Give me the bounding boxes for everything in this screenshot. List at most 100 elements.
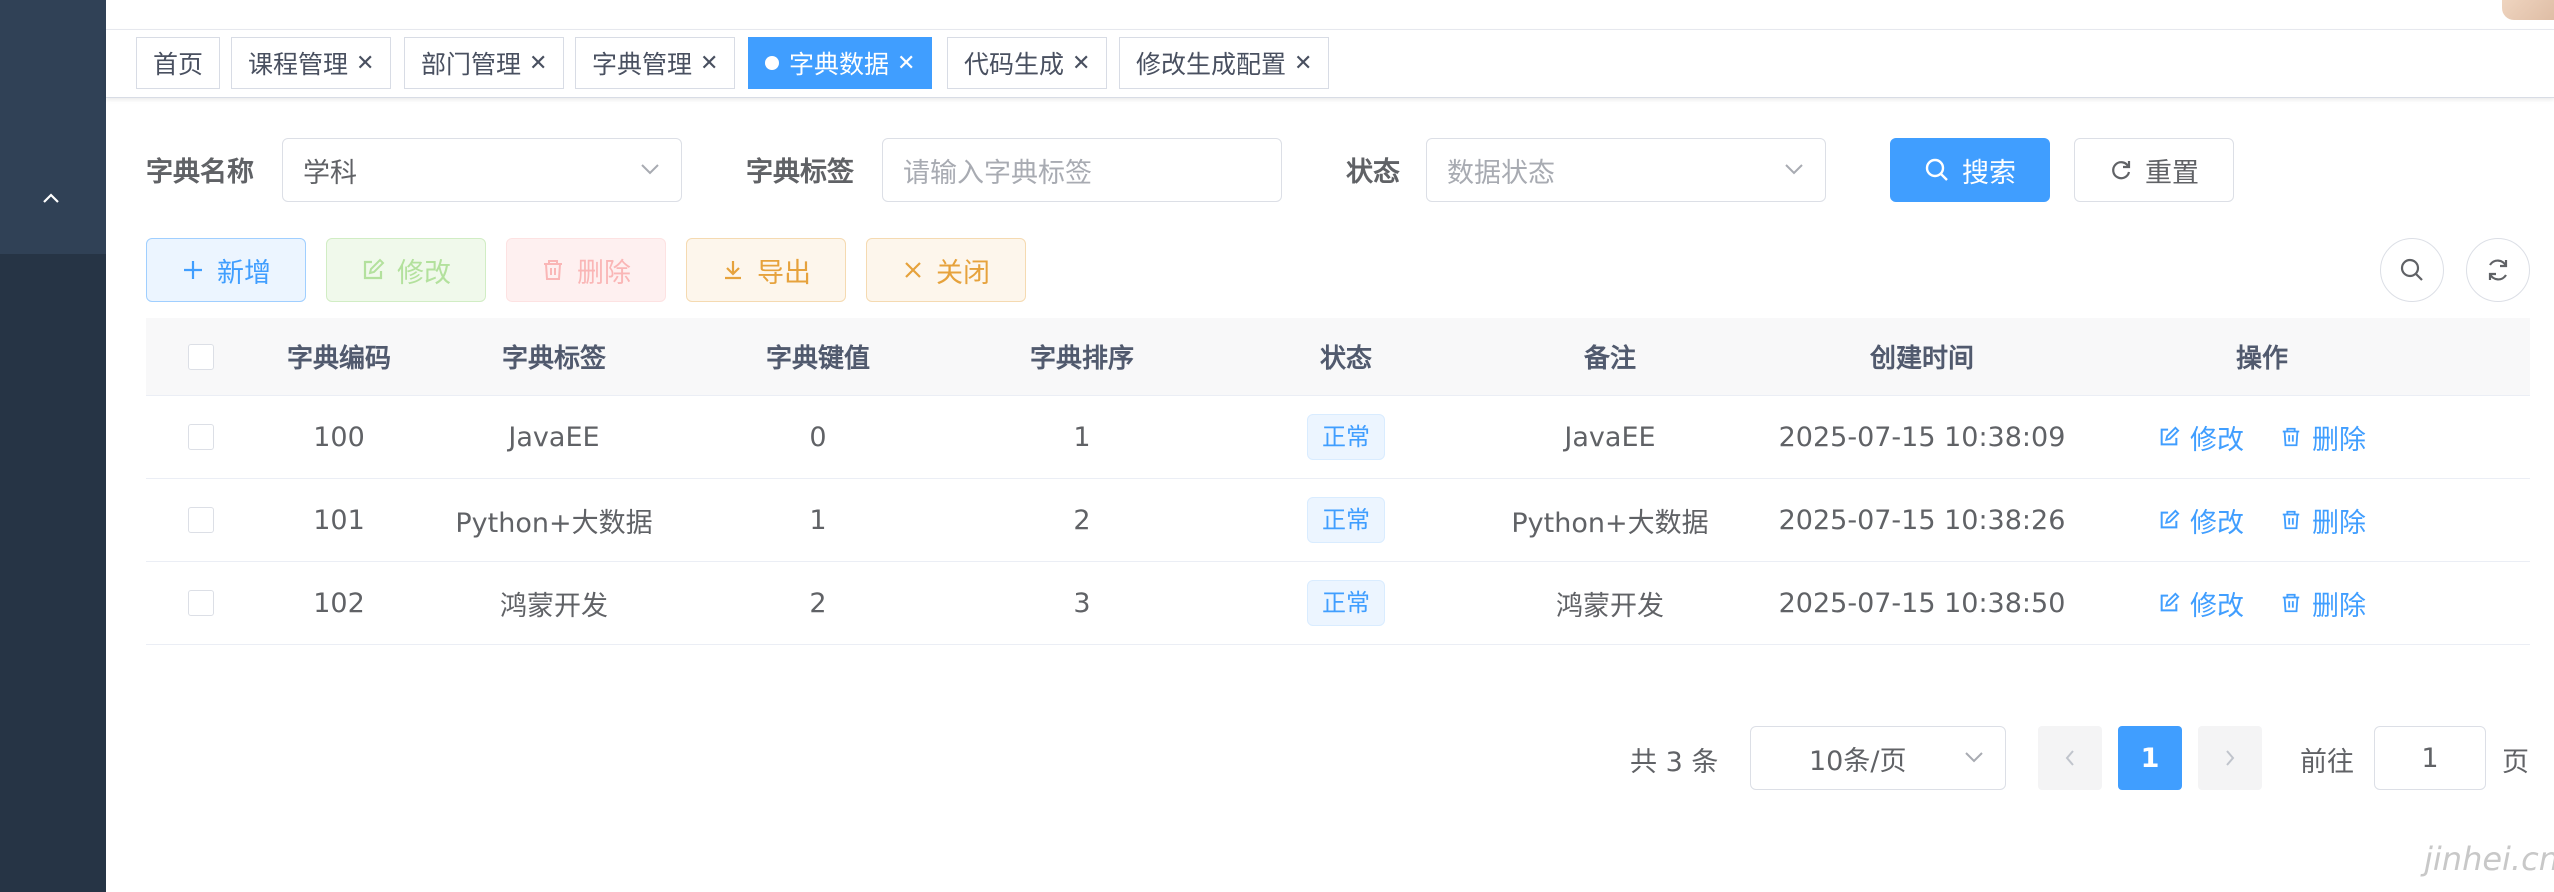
tab-code-generation[interactable]: 代码生成 ✕ (947, 37, 1108, 89)
close-icon[interactable]: ✕ (700, 51, 718, 76)
row-delete-button[interactable]: 删除 (2280, 418, 2366, 457)
chevron-down-icon (1785, 164, 1803, 175)
export-button-label: 导出 (757, 257, 811, 289)
trash-icon (2282, 427, 2300, 447)
row-delete-button[interactable]: 删除 (2280, 501, 2366, 540)
row-checkbox[interactable] (188, 424, 214, 450)
active-dot-icon (765, 56, 779, 70)
chevron-down-icon (641, 164, 659, 175)
row-checkbox[interactable] (188, 590, 214, 616)
edit-icon (2160, 509, 2180, 529)
close-icon[interactable]: ✕ (1294, 51, 1312, 76)
reset-button[interactable]: 重置 (2074, 138, 2234, 202)
edit-button-label: 修改 (397, 257, 451, 289)
row-edit-label: 修改 (2190, 424, 2244, 456)
row-select-cell (146, 479, 256, 561)
download-icon (725, 261, 741, 280)
close-icon[interactable]: ✕ (1072, 51, 1090, 76)
status-label: 状态 (1346, 157, 1400, 188)
dict-code: 101 (313, 504, 365, 536)
export-button[interactable]: 导出 (686, 238, 846, 302)
select-all-checkbox[interactable] (188, 343, 214, 370)
tab-dict-management[interactable]: 字典管理 ✕ (575, 37, 736, 89)
refresh-button[interactable] (2466, 238, 2530, 302)
search-button[interactable]: 搜索 (1890, 138, 2050, 202)
row-edit-button[interactable]: 修改 (2158, 584, 2244, 623)
row-edit-button[interactable]: 修改 (2158, 418, 2244, 457)
chevron-down-icon (1965, 752, 1983, 763)
page-size-value: 10条/页 (1809, 745, 1907, 777)
table-row: 100 JavaEE 0 1 正常 JavaEE 2025-07-15 10:3… (146, 396, 2530, 479)
row-edit-label: 修改 (2190, 590, 2244, 622)
trash-icon (544, 260, 562, 280)
plus-icon (184, 261, 202, 279)
next-page-button[interactable] (2198, 726, 2262, 790)
chevron-up-icon[interactable] (38, 186, 64, 212)
remark: Python+大数据 (1511, 507, 1709, 539)
edit-icon (2160, 426, 2180, 446)
tab-label: 课程管理 (248, 50, 349, 79)
row-delete-button[interactable]: 删除 (2280, 584, 2366, 623)
trash-icon (2282, 593, 2300, 613)
dict-value: 0 (809, 421, 827, 453)
delete-button-label: 删除 (577, 257, 631, 289)
row-edit-button[interactable]: 修改 (2158, 501, 2244, 540)
column-header: 操作 (2235, 344, 2288, 374)
dict-name-select[interactable]: 学科 (282, 138, 682, 202)
column-header: 状态 (1319, 344, 1372, 374)
status-cell: 正常 (1214, 396, 1478, 478)
column-header: 备注 (1583, 344, 1636, 374)
row-checkbox[interactable] (188, 507, 214, 533)
edit-icon (363, 258, 385, 280)
close-icon (905, 262, 921, 278)
dict-label: 鸿蒙开发 (500, 590, 608, 622)
add-button-label: 新增 (217, 257, 271, 289)
page-size-select[interactable]: 10条/页 (1750, 726, 2006, 790)
tab-course-management[interactable]: 课程管理 ✕ (231, 37, 392, 89)
status-cell: 正常 (1214, 479, 1478, 561)
dict-name-label: 字典名称 (146, 157, 254, 188)
edit-button[interactable]: 修改 (326, 238, 486, 302)
status-placeholder: 数据状态 (1447, 157, 1555, 189)
dict-label: JavaEE (508, 421, 600, 453)
avatar[interactable] (2502, 0, 2554, 20)
tab-department-management[interactable]: 部门管理 ✕ (404, 37, 565, 89)
close-icon[interactable]: ✕ (529, 51, 547, 76)
status-badge: 正常 (1307, 580, 1385, 626)
navbar (106, 0, 2554, 30)
dict-sort: 1 (1073, 421, 1091, 453)
close-button[interactable]: 关闭 (866, 238, 1026, 302)
table-row: 101 Python+大数据 1 2 正常 Python+大数据 2025-07… (146, 479, 2530, 562)
goto-page-input[interactable]: 1 (2374, 726, 2486, 790)
tab-edit-gen-config[interactable]: 修改生成配置 ✕ (1119, 37, 1330, 89)
select-all-cell (146, 318, 256, 395)
trash-icon (2282, 510, 2300, 530)
row-delete-label: 删除 (2312, 590, 2366, 622)
tab-home[interactable]: 首页 (136, 37, 221, 89)
refresh-icon (2112, 161, 2131, 180)
watermark-text: jinhei.cn (2424, 840, 2554, 878)
prev-page-button[interactable] (2038, 726, 2102, 790)
toggle-search-button[interactable] (2380, 238, 2444, 302)
search-icon (1925, 158, 1948, 181)
row-delete-label: 删除 (2312, 424, 2366, 456)
dict-data-table: 字典编码 字典标签 字典键值 字典排序 状态 备注 创建时间 操作 100 Ja… (146, 318, 2530, 645)
close-button-label: 关闭 (936, 257, 990, 289)
search-button-label: 搜索 (1962, 157, 2016, 189)
add-button[interactable]: 新增 (146, 238, 306, 302)
close-icon[interactable]: ✕ (356, 51, 374, 76)
column-header: 字典标签 (501, 344, 606, 374)
dict-label-label: 字典标签 (746, 157, 854, 188)
status-cell: 正常 (1214, 562, 1478, 644)
tab-label: 字典管理 (592, 50, 693, 79)
status-select[interactable]: 数据状态 (1426, 138, 1826, 202)
tab-label: 部门管理 (421, 50, 522, 79)
chevron-left-icon (2065, 750, 2074, 766)
close-icon[interactable]: ✕ (897, 51, 915, 76)
page-number-current[interactable]: 1 (2118, 726, 2182, 790)
column-header: 字典编码 (286, 344, 391, 374)
tab-dict-data[interactable]: 字典数据 ✕ (748, 37, 933, 89)
dict-label-input[interactable]: 请输入字典标签 (882, 138, 1282, 202)
dict-sort: 3 (1073, 587, 1091, 619)
delete-button[interactable]: 删除 (506, 238, 666, 302)
